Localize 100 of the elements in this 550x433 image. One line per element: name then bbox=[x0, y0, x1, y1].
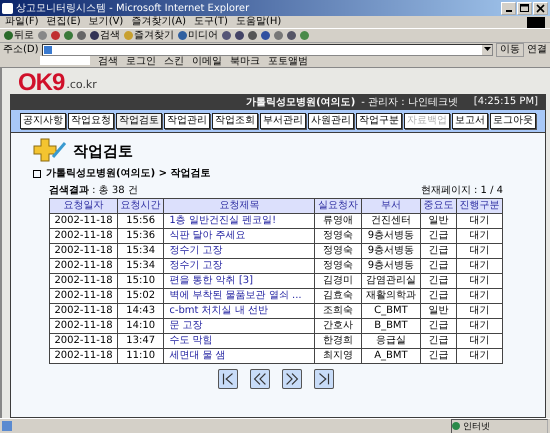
table-cell: 대기 bbox=[456, 244, 502, 258]
request-link[interactable]: 식판 달아 주세요 bbox=[164, 228, 315, 244]
last-page-button[interactable] bbox=[314, 369, 334, 389]
request-link[interactable]: 정수기 고장 bbox=[164, 244, 315, 258]
table-cell: 감염관리실 bbox=[361, 274, 421, 288]
table-cell: C_BMT bbox=[361, 304, 421, 318]
request-link[interactable]: 세면대 물 샘 bbox=[164, 348, 315, 364]
links-item[interactable]: 포토앨범 bbox=[268, 56, 308, 67]
nav-button[interactable]: 작업관리 bbox=[164, 113, 210, 129]
links-item[interactable]: 스킨 bbox=[164, 56, 184, 67]
nav-button[interactable]: 작업구분 bbox=[356, 113, 402, 129]
table-cell: 긴급 bbox=[420, 334, 456, 348]
table-cell: 대기 bbox=[456, 214, 502, 228]
table-cell: 긴급 bbox=[420, 318, 456, 334]
table-cell: 정영숙 bbox=[314, 244, 362, 258]
hospital-name: 가톨릭성모병원(여의도) bbox=[246, 96, 356, 108]
menu-item[interactable]: 파일(F) bbox=[5, 16, 39, 28]
table-cell: 2002-11-18 bbox=[50, 318, 118, 334]
toolbar-button[interactable]: 검색 bbox=[90, 30, 120, 42]
table-cell: 대기 bbox=[456, 288, 502, 304]
table-cell: 2002-11-18 bbox=[50, 214, 118, 228]
page-icon bbox=[44, 46, 52, 54]
links-item[interactable]: 로그인 bbox=[126, 56, 156, 67]
table-cell: 긴급 bbox=[420, 228, 456, 244]
table-cell: 2002-11-18 bbox=[50, 244, 118, 258]
links-label[interactable]: 연결 bbox=[527, 44, 547, 56]
next-page-button[interactable] bbox=[282, 369, 302, 389]
menu-item[interactable]: 편집(E) bbox=[46, 16, 81, 28]
toolbar-button[interactable]: 즐겨찾기 bbox=[124, 30, 174, 42]
table-cell: 15:56 bbox=[118, 214, 164, 228]
table-cell: 14:43 bbox=[118, 304, 164, 318]
maximize-button[interactable] bbox=[517, 2, 532, 14]
request-link[interactable]: 편을 통한 악취 [3] bbox=[164, 274, 315, 288]
logo: OK9 bbox=[18, 70, 64, 96]
nav-button[interactable]: 작업검토 bbox=[116, 113, 162, 129]
table-cell: 재활의학과 bbox=[361, 288, 421, 304]
search-field[interactable] bbox=[40, 56, 90, 65]
table-cell: A_BMT bbox=[361, 348, 421, 364]
menu-item[interactable]: 도구(T) bbox=[194, 16, 228, 28]
table-cell: 2002-11-18 bbox=[50, 228, 118, 244]
menu-item[interactable]: 보기(V) bbox=[88, 16, 124, 28]
table-cell: 일반 bbox=[420, 304, 456, 318]
table-cell: 2002-11-18 bbox=[50, 304, 118, 318]
table-cell: 일반 bbox=[420, 214, 456, 228]
table-cell: 대기 bbox=[456, 334, 502, 348]
request-link[interactable]: 1층 일반건진실 펜코일! bbox=[164, 214, 315, 228]
table-cell: 대기 bbox=[456, 304, 502, 318]
nav-button[interactable]: 부서관리 bbox=[260, 113, 306, 129]
request-link[interactable]: c-bmt 처치실 내 선반 bbox=[164, 304, 315, 318]
close-button[interactable] bbox=[533, 2, 548, 14]
menu-item[interactable]: 도움말(H) bbox=[236, 16, 282, 28]
table-cell: 김효숙 bbox=[314, 288, 362, 304]
address-field[interactable] bbox=[42, 44, 493, 56]
first-page-button[interactable] bbox=[218, 369, 238, 389]
links-item[interactable]: 검색 bbox=[98, 56, 118, 67]
table-cell: 정영숙 bbox=[314, 258, 362, 274]
column-header: 진행구분 bbox=[456, 198, 502, 214]
minimize-icon bbox=[506, 10, 512, 12]
request-link[interactable]: 문 고장 bbox=[164, 318, 315, 334]
page-title: 작업검토 bbox=[73, 142, 133, 160]
address-label: 주소(D) bbox=[3, 44, 39, 56]
minimize-button[interactable] bbox=[501, 2, 516, 14]
table-cell: 대기 bbox=[456, 318, 502, 334]
prev-page-button[interactable] bbox=[250, 369, 270, 389]
go-button[interactable]: 이동 bbox=[496, 42, 524, 56]
nav-button[interactable]: 보고서 bbox=[452, 113, 488, 129]
table-cell: 2002-11-18 bbox=[50, 288, 118, 304]
table-cell: 정영숙 bbox=[314, 228, 362, 244]
table-cell: 김경미 bbox=[314, 274, 362, 288]
column-header: 요청일자 bbox=[50, 198, 118, 214]
result-count: 검색결과 : 총 38 건 bbox=[49, 185, 138, 197]
logo-domain: .co.kr bbox=[66, 78, 97, 91]
table-cell: 9층서병동 bbox=[361, 244, 421, 258]
table-cell: 조희숙 bbox=[314, 304, 362, 318]
table-cell: 긴급 bbox=[420, 274, 456, 288]
page-icon bbox=[2, 421, 12, 431]
table-cell: 15:34 bbox=[118, 258, 164, 274]
table-cell: 15:02 bbox=[118, 288, 164, 304]
table-cell: 15:36 bbox=[118, 228, 164, 244]
request-link[interactable]: 정수기 고장 bbox=[164, 258, 315, 274]
column-header: 요청제목 bbox=[164, 198, 315, 214]
menu-item[interactable]: 즐겨찾기(A) bbox=[131, 16, 186, 28]
nav-button[interactable]: 로그아웃 bbox=[490, 113, 536, 129]
nav-button[interactable]: 공지사항 bbox=[20, 113, 66, 129]
table-cell: 2002-11-18 bbox=[50, 348, 118, 364]
table-cell: 간호사 bbox=[314, 318, 362, 334]
admin-label: - 관리자 : 나인테크넷 bbox=[361, 96, 458, 108]
column-header: 요청시간 bbox=[118, 198, 164, 214]
toolbar-button[interactable]: 미디어 bbox=[178, 30, 218, 42]
toolbar-button[interactable]: 뒤로 bbox=[4, 30, 34, 42]
column-header: 실요청자 bbox=[314, 198, 362, 214]
request-link[interactable]: 수도 막힘 bbox=[164, 334, 315, 348]
links-item[interactable]: 이메일 bbox=[192, 56, 222, 67]
links-item[interactable]: 북마크 bbox=[230, 56, 260, 67]
table-cell: 9층서병동 bbox=[361, 228, 421, 244]
nav-button[interactable]: 작업조회 bbox=[212, 113, 258, 129]
nav-button[interactable]: 작업요청 bbox=[68, 113, 114, 129]
table-cell: 2002-11-18 bbox=[50, 258, 118, 274]
nav-button[interactable]: 사원관리 bbox=[308, 113, 354, 129]
request-link[interactable]: 벽에 부착된 물품보관 열쇠 ... bbox=[164, 288, 315, 304]
